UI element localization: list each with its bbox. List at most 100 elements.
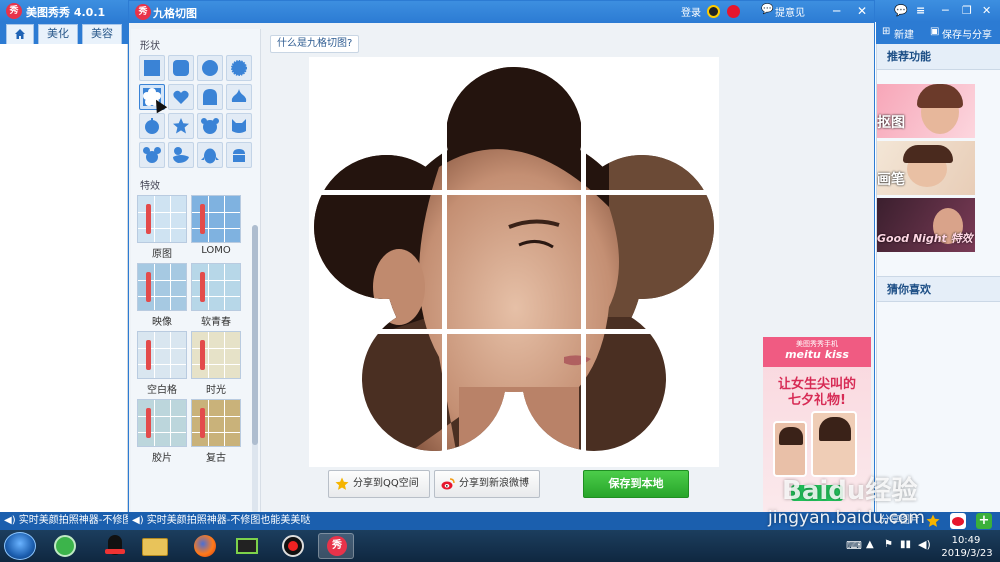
save-local-button[interactable]: 保存到本地	[583, 470, 689, 498]
volume-tray-icon[interactable]: ◀)	[918, 538, 931, 551]
share-qzone-button[interactable]: 分享到QQ空间	[328, 470, 430, 498]
tab-beautify[interactable]: 美化	[38, 24, 78, 44]
app-logo-icon: 秀	[6, 3, 22, 19]
network-tray-icon[interactable]: ▮▮	[900, 539, 911, 550]
login-link[interactable]: 登录	[681, 4, 701, 19]
taskbar-clock-date[interactable]: 2019/3/23	[936, 548, 998, 559]
taskbar: 秀 ⌨ ▲ ⚑ ▮▮ ◀)	[0, 530, 1000, 562]
shape-button-bear[interactable]	[197, 113, 223, 139]
circle-icon	[202, 60, 218, 76]
message-icon[interactable]: 💬	[894, 4, 908, 17]
effect-thumbnail	[137, 195, 187, 243]
shape-button-drop[interactable]	[226, 84, 252, 110]
keyboard-tray-icon[interactable]: ⌨	[846, 539, 862, 552]
shape-button-star[interactable]	[168, 113, 194, 139]
recommend-item-effect[interactable]: Good Night 特效	[877, 198, 975, 252]
duck-icon	[173, 147, 189, 163]
close-main-icon[interactable]: ✕	[982, 4, 991, 17]
effect-label: 复古	[206, 453, 226, 464]
ad-brand: meitu kiss	[785, 348, 849, 361]
menu-icon[interactable]: ≡	[916, 4, 925, 17]
bear-icon	[201, 118, 219, 134]
taskbar-record-icon[interactable]	[274, 533, 310, 559]
dialog-minimize-icon[interactable]: ─	[833, 4, 840, 18]
weibo-login-icon[interactable]	[727, 5, 740, 18]
save-share-button[interactable]: 保存与分享	[942, 26, 992, 41]
heart-icon	[173, 90, 189, 104]
feedback-icon: 💬	[761, 4, 774, 15]
tray-expand-icon[interactable]: ▲	[866, 539, 874, 550]
rounded-square-icon	[173, 60, 189, 76]
add-share-icon[interactable]: +	[976, 513, 992, 529]
recommend-item-brush[interactable]: 画笔	[877, 141, 975, 195]
shape-button-cat[interactable]	[226, 113, 252, 139]
shape-button-arch[interactable]	[197, 84, 223, 110]
share-weibo-button[interactable]: 分享到新浪微博	[434, 470, 540, 498]
shape-button-seal[interactable]	[226, 55, 252, 81]
shape-button-mouse[interactable]	[139, 142, 165, 168]
new-button[interactable]: 新建	[894, 26, 914, 41]
home-tab[interactable]	[6, 24, 34, 44]
effect-label: 原图	[152, 249, 172, 260]
taskbar-qq-icon[interactable]	[96, 533, 132, 559]
taskbar-360-icon[interactable]	[46, 533, 82, 559]
recommend-item-label: Good Night 特效	[877, 232, 973, 245]
options-panel: 形状 特效 原图 LOMO 映像 软青春 空白格 时光 胶片 复古	[131, 29, 261, 513]
status-left-text[interactable]: 实时美颜拍照神器-不修图	[19, 515, 128, 526]
qq-login-icon[interactable]	[707, 5, 720, 18]
main-tabs: 美化 美容	[0, 22, 128, 44]
effect-item[interactable]: 映像	[137, 263, 187, 328]
effect-item[interactable]: 复古	[191, 399, 241, 464]
shape-button-duck[interactable]	[168, 142, 194, 168]
shape-button-square[interactable]	[139, 55, 165, 81]
new-file-icon: ⊞	[882, 26, 891, 37]
shape-button-heart[interactable]	[168, 84, 194, 110]
status-bar-left: ◀) 实时美颜拍照神器-不修图	[0, 512, 128, 530]
ad-phone-image	[773, 421, 807, 477]
effect-item[interactable]: 胶片	[137, 399, 187, 464]
effects-scroll-thumb[interactable]	[252, 225, 258, 445]
speaker-icon: ◀)	[132, 515, 144, 526]
effect-item[interactable]: 软青春	[191, 263, 241, 328]
feedback-link[interactable]: 提意见	[775, 4, 805, 19]
flag-tray-icon[interactable]: ⚑	[884, 539, 893, 550]
shape-button-rounded-square[interactable]	[168, 55, 194, 81]
effects-scrollbar[interactable]	[252, 225, 258, 513]
maximize-icon[interactable]: ❐	[962, 4, 972, 17]
taskbar-explorer-icon[interactable]	[136, 533, 172, 559]
effect-item[interactable]: 原图	[137, 195, 187, 260]
shape-button-circle[interactable]	[197, 55, 223, 81]
status-mid-text[interactable]: 实时美颜拍照神器-不修图也能美美哒	[147, 515, 311, 526]
effect-item[interactable]: 时光	[191, 331, 241, 396]
effect-thumbnail	[191, 331, 241, 379]
save-share-icon: ▣	[930, 26, 940, 37]
seal-icon	[231, 60, 247, 76]
taskbar-clock-time[interactable]: 10:49	[946, 535, 986, 546]
effect-label: 映像	[152, 317, 172, 328]
minimize-icon[interactable]: ─	[942, 4, 949, 17]
tab-beauty[interactable]: 美容	[82, 24, 122, 44]
taskbar-media-icon[interactable]	[228, 533, 264, 559]
guess-you-like-title: 猜你喜欢	[877, 276, 1000, 302]
share-weibo-label: 分享到新浪微博	[459, 478, 529, 489]
help-link[interactable]: 什么是九格切图?	[270, 35, 360, 53]
effect-item[interactable]: LOMO	[191, 195, 241, 259]
dialog-title: 九格切图	[153, 7, 197, 20]
square-icon	[144, 60, 160, 76]
star-share-icon[interactable]	[926, 514, 940, 528]
shape-section-label: 形状	[140, 41, 160, 52]
arch-icon	[203, 89, 217, 105]
shape-button-android[interactable]	[226, 142, 252, 168]
dialog-close-icon[interactable]: ✕	[857, 4, 867, 18]
ad-phone-image	[811, 411, 857, 477]
taskbar-meitu-icon[interactable]: 秀	[318, 533, 354, 559]
start-button[interactable]	[4, 532, 36, 560]
recommend-item-cutout[interactable]: 抠图	[877, 84, 975, 138]
effect-label: 胶片	[152, 453, 172, 464]
effect-item[interactable]: 空白格	[137, 331, 187, 396]
shape-button-penguin[interactable]	[197, 142, 223, 168]
weibo-share-icon[interactable]	[950, 513, 966, 529]
baidu-watermark: Baidu经验	[782, 476, 918, 506]
shape-button-apple[interactable]	[139, 113, 165, 139]
taskbar-firefox-icon[interactable]	[186, 533, 222, 559]
